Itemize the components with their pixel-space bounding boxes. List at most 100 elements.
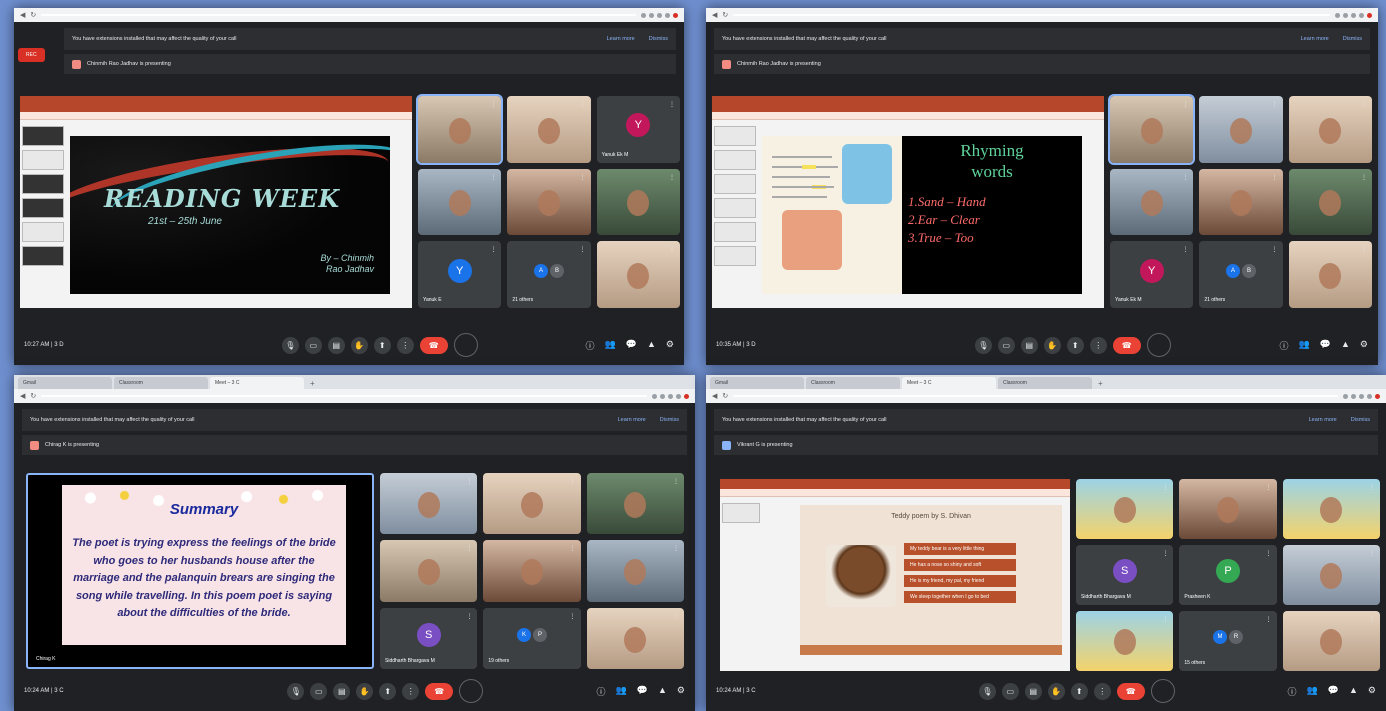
dismiss-link[interactable]: Dismiss — [1343, 36, 1362, 42]
reload-icon[interactable]: ↻ — [30, 392, 36, 400]
participant-tile[interactable]: ⋮ — [380, 540, 478, 602]
learn-more-link[interactable]: Learn more — [618, 417, 646, 423]
info-icon[interactable]: ⓘ — [1288, 685, 1297, 698]
more-options-icon[interactable]: ⋮ — [402, 682, 420, 700]
host-controls-icon[interactable]: ⚙ — [1368, 685, 1376, 698]
raise-hand-icon[interactable]: ✋ — [1047, 682, 1065, 700]
people-icon[interactable]: 👥 — [605, 339, 616, 352]
browser-tab[interactable]: Meet – 3 C — [210, 377, 304, 389]
tile-options-icon[interactable]: ⋮ — [1182, 174, 1188, 181]
tile-options-icon[interactable]: ⋮ — [1361, 246, 1367, 253]
tile-options-icon[interactable]: ⋮ — [490, 174, 496, 181]
address-field[interactable] — [733, 395, 1338, 397]
tile-options-icon[interactable]: ⋮ — [673, 478, 679, 485]
address-field[interactable] — [41, 14, 636, 16]
tile-options-icon[interactable]: ⋮ — [1369, 484, 1375, 491]
back-icon[interactable]: ◀ — [20, 11, 25, 19]
tile-options-icon[interactable]: ⋮ — [466, 613, 472, 620]
extension-icons[interactable] — [1335, 12, 1372, 18]
participant-tile[interactable]: ⋮ — [1288, 241, 1372, 308]
host-controls-icon[interactable]: ⚙ — [666, 339, 674, 352]
browser-tab[interactable]: Gmail — [18, 377, 112, 389]
camera-icon[interactable]: ▭ — [310, 682, 328, 700]
tile-options-icon[interactable]: ⋮ — [1272, 101, 1278, 108]
tile-options-icon[interactable]: ⋮ — [570, 613, 576, 620]
participant-tile[interactable]: P ⋮ Prasheen K — [1179, 545, 1277, 605]
participant-tile[interactable]: ⋮ — [586, 473, 684, 535]
participant-tile[interactable]: ⋮ — [1282, 479, 1380, 539]
participant-tile[interactable]: ⋮ — [380, 473, 478, 535]
participant-tile[interactable]: ⋮ — [1282, 611, 1380, 671]
participant-tile[interactable]: ⋮ — [1288, 96, 1372, 163]
participant-tile[interactable]: ⋮ — [1179, 479, 1277, 539]
tile-options-icon[interactable]: ⋮ — [490, 101, 496, 108]
participant-tile[interactable]: ⋮ — [507, 96, 591, 163]
tile-options-icon[interactable]: ⋮ — [1369, 616, 1375, 623]
present-screen-icon[interactable]: ⬆ — [379, 682, 397, 700]
participant-tile[interactable]: ⋮ — [418, 168, 502, 236]
tile-options-icon[interactable]: ⋮ — [1361, 101, 1367, 108]
captions-icon[interactable]: ▤ — [1024, 682, 1042, 700]
address-field[interactable] — [733, 14, 1330, 16]
tile-options-icon[interactable]: ⋮ — [1272, 174, 1278, 181]
dismiss-link[interactable]: Dismiss — [1351, 417, 1370, 423]
participant-tile[interactable]: A B ⋮ 21 others — [507, 241, 591, 308]
participant-tile[interactable]: ⋮ — [596, 168, 680, 236]
participant-tile[interactable]: ⋮ — [1199, 96, 1283, 163]
participant-tile[interactable]: K P ⋮ 19 others — [483, 607, 581, 669]
participant-tile[interactable]: Y ⋮ Yanuk E — [418, 241, 502, 308]
tile-options-icon[interactable]: ⋮ — [1162, 484, 1168, 491]
chat-icon[interactable]: 💬 — [1320, 339, 1331, 352]
tile-options-icon[interactable]: ⋮ — [466, 545, 472, 552]
more-options-icon[interactable]: ⋮ — [396, 336, 414, 354]
captions-icon[interactable]: ▤ — [333, 682, 351, 700]
tile-options-icon[interactable]: ⋮ — [570, 545, 576, 552]
more-options-icon[interactable]: ⋮ — [1093, 682, 1111, 700]
tile-options-icon[interactable]: ⋮ — [1182, 101, 1188, 108]
new-tab-icon[interactable]: + — [306, 379, 319, 389]
participant-tile[interactable]: S ⋮ Siddharth Bhargava M — [1076, 545, 1174, 605]
people-icon[interactable]: 👥 — [1299, 339, 1310, 352]
participant-tile[interactable]: ⋮ — [1107, 94, 1196, 165]
tile-options-icon[interactable]: ⋮ — [580, 174, 586, 181]
browser-url-bar[interactable]: ◀ ↻ — [706, 8, 1378, 22]
participant-tile[interactable]: ⋮ — [1282, 545, 1380, 605]
participant-tile[interactable]: ⋮ — [483, 473, 581, 535]
present-screen-icon[interactable]: ⬆ — [373, 336, 391, 354]
present-screen-icon[interactable]: ⬆ — [1066, 336, 1084, 354]
reload-icon[interactable]: ↻ — [722, 392, 728, 400]
chat-icon[interactable]: 💬 — [637, 685, 648, 698]
raise-hand-icon[interactable]: ✋ — [1043, 336, 1061, 354]
participant-tile[interactable]: ⋮ — [415, 94, 504, 165]
participant-tile[interactable]: M R ⋮ 15 others — [1179, 611, 1277, 671]
info-icon[interactable]: ⓘ — [597, 685, 606, 698]
leave-call-button[interactable]: ☎ — [425, 682, 454, 700]
camera-icon[interactable]: ▭ — [304, 336, 322, 354]
back-icon[interactable]: ◀ — [20, 392, 25, 400]
learn-more-link[interactable]: Learn more — [1301, 36, 1329, 42]
presenter-tile[interactable]: Summary The poet is trying express the f… — [26, 473, 374, 669]
present-screen-icon[interactable]: ⬆ — [1070, 682, 1088, 700]
host-controls-icon[interactable]: ⚙ — [1360, 339, 1368, 352]
participant-tile[interactable]: A B ⋮ 21 others — [1199, 241, 1283, 308]
mic-icon[interactable]: 🎙 — [974, 336, 992, 354]
raise-hand-icon[interactable]: ✋ — [356, 682, 374, 700]
participant-tile[interactable]: ⋮ — [1076, 479, 1174, 539]
participant-tile[interactable]: ⋮ — [596, 241, 680, 308]
mic-icon[interactable]: 🎙 — [281, 336, 299, 354]
extension-icons[interactable] — [652, 393, 689, 399]
extension-icons[interactable] — [641, 12, 678, 18]
participant-tile[interactable]: ⋮ — [1288, 168, 1372, 236]
browser-url-bar[interactable]: ◀ ↻ — [14, 389, 695, 403]
tile-options-icon[interactable]: ⋮ — [1162, 550, 1168, 557]
tile-options-icon[interactable]: ⋮ — [580, 246, 586, 253]
address-field[interactable] — [41, 395, 647, 397]
info-icon[interactable]: ⓘ — [1280, 339, 1289, 352]
back-icon[interactable]: ◀ — [712, 11, 717, 19]
chat-icon[interactable]: 💬 — [626, 339, 637, 352]
chat-icon[interactable]: 💬 — [1328, 685, 1339, 698]
activities-icon[interactable]: ▲ — [658, 685, 667, 698]
learn-more-link[interactable]: Learn more — [607, 36, 635, 42]
tile-options-icon[interactable]: ⋮ — [466, 478, 472, 485]
mic-icon[interactable]: 🎙 — [978, 682, 996, 700]
